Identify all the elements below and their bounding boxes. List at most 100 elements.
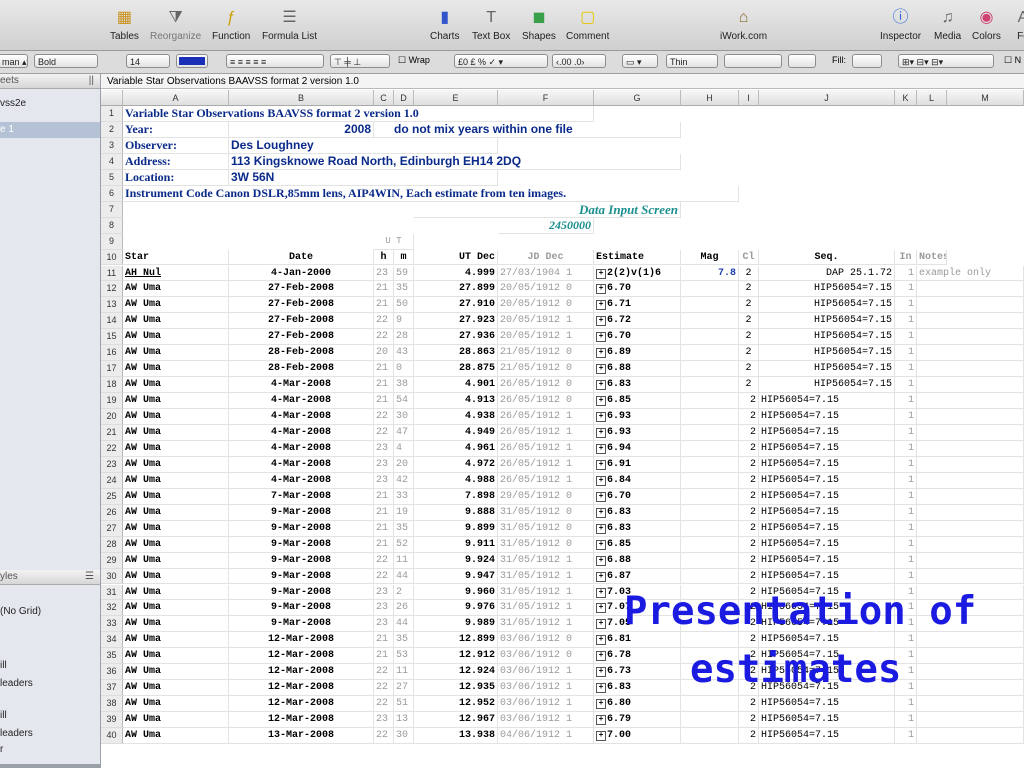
minute-cell[interactable]: 9 [394, 313, 414, 330]
estimate-cell[interactable]: +6.83 [594, 504, 681, 521]
date-cell[interactable]: 13-Mar-2008 [229, 728, 374, 744]
column-header-i[interactable]: I [739, 90, 759, 106]
stroke-color-well[interactable] [788, 54, 816, 68]
in-cell[interactable]: 1 [895, 440, 917, 457]
estimate-cell[interactable]: +6.89 [594, 345, 681, 362]
minute-cell[interactable]: 42 [394, 472, 414, 489]
notes-cell[interactable] [917, 520, 1024, 537]
notes-cell[interactable] [917, 696, 1024, 713]
estimate-cell[interactable]: +6.85 [594, 536, 681, 553]
date-cell[interactable]: 27-Feb-2008 [229, 329, 374, 346]
column-label[interactable]: Estimate [594, 249, 681, 266]
estimate-cell[interactable]: +6.70 [594, 281, 681, 298]
minute-cell[interactable]: 38 [394, 377, 414, 394]
date-cell[interactable]: 4-Mar-2008 [229, 425, 374, 441]
ut-dec-cell[interactable]: 12.952 [414, 696, 498, 713]
row-header[interactable]: 2 [101, 121, 123, 138]
hour-cell[interactable]: 22 [374, 313, 394, 330]
column-label[interactable]: m [394, 249, 414, 266]
ut-dec-cell[interactable]: 12.899 [414, 632, 498, 649]
style-item[interactable]: ill [0, 710, 100, 721]
ut-dec-cell[interactable]: 27.936 [414, 329, 498, 346]
jd-dec-cell[interactable]: 20/05/1912 1 [498, 329, 594, 346]
ut-dec-cell[interactable]: 4.961 [414, 440, 498, 457]
row-header[interactable]: 20 [101, 409, 123, 425]
date-cell[interactable]: 9-Mar-2008 [229, 568, 374, 585]
sequence-cell[interactable]: HIP56054=7.15 [759, 568, 895, 585]
notes-cell[interactable] [917, 393, 1024, 410]
hour-cell[interactable]: 22 [374, 680, 394, 697]
class-cell[interactable]: 2 [739, 712, 759, 729]
jd-dec-cell[interactable]: 26/05/1912 0 [498, 377, 594, 394]
toolbar-charts-button[interactable]: ▮ Charts [430, 8, 459, 42]
expand-icon[interactable]: + [596, 475, 606, 486]
star-cell[interactable]: AW Uma [123, 504, 229, 521]
style-item[interactable]: leaders [0, 678, 100, 689]
sequence-cell[interactable]: HIP56054=7.15 [759, 488, 895, 505]
hour-cell[interactable]: 23 [374, 712, 394, 729]
jd-dec-cell[interactable]: 31/05/1912 1 [498, 552, 594, 569]
jd-dec-cell[interactable]: 29/05/1912 0 [498, 488, 594, 505]
jd-dec-cell[interactable]: 03/06/1912 1 [498, 696, 594, 713]
jd-dec-cell[interactable]: 21/05/1912 0 [498, 345, 594, 362]
row-header[interactable]: 37 [101, 680, 123, 697]
class-cell[interactable]: 2 [739, 440, 759, 457]
hour-cell[interactable]: 20 [374, 345, 394, 362]
mag-cell[interactable] [681, 345, 739, 362]
mag-cell[interactable] [681, 520, 739, 537]
date-cell[interactable]: 9-Mar-2008 [229, 520, 374, 537]
expand-icon[interactable]: + [596, 348, 606, 359]
jd-dec-cell[interactable]: 27/03/1904 1 [498, 265, 594, 282]
fill-color-well[interactable] [852, 54, 882, 68]
column-header-l[interactable]: L [917, 90, 947, 106]
toolbar-reorganize-button[interactable]: ⧩ Reorganize [150, 8, 201, 42]
in-cell[interactable]: 1 [895, 409, 917, 425]
in-cell[interactable]: 1 [895, 712, 917, 729]
mag-cell[interactable] [681, 472, 739, 489]
class-cell[interactable]: 2 [739, 520, 759, 537]
ut-dec-cell[interactable]: 4.988 [414, 472, 498, 489]
minute-cell[interactable]: 35 [394, 520, 414, 537]
class-cell[interactable]: 2 [739, 409, 759, 425]
row-header[interactable]: 11 [101, 265, 123, 282]
date-cell[interactable]: 12-Mar-2008 [229, 680, 374, 697]
star-cell[interactable]: AW Uma [123, 345, 229, 362]
year-note[interactable]: do not mix years within one file [374, 121, 681, 138]
decimal-buttons[interactable]: ‹.00 .0› [552, 54, 606, 68]
jd-dec-cell[interactable]: 26/05/1912 1 [498, 472, 594, 489]
expand-icon[interactable]: + [596, 523, 606, 534]
date-cell[interactable]: 28-Feb-2008 [229, 361, 374, 378]
toolbar-iwork-button[interactable]: ⌂ iWork.com [720, 8, 767, 42]
jd-dec-cell[interactable]: 31/05/1912 1 [498, 568, 594, 585]
sequence-cell[interactable]: HIP56054=7.15 [759, 377, 895, 394]
sequence-cell[interactable]: HIP56054=7.15 [759, 696, 895, 713]
date-cell[interactable]: 4-Mar-2008 [229, 409, 374, 425]
minute-cell[interactable]: 26 [394, 600, 414, 617]
row-header[interactable]: 1 [101, 106, 123, 122]
expand-icon[interactable]: + [596, 619, 606, 630]
hour-cell[interactable]: 21 [374, 632, 394, 649]
estimate-cell[interactable]: +6.80 [594, 696, 681, 713]
hour-cell[interactable]: 23 [374, 265, 394, 282]
expand-icon[interactable]: + [596, 412, 606, 423]
jd-dec-cell[interactable]: 20/05/1912 0 [498, 297, 594, 314]
class-cell[interactable]: 2 [739, 345, 759, 362]
row-header[interactable]: 40 [101, 728, 123, 744]
alignment-buttons[interactable]: ≡ ≡ ≡ ≡ ≡ [226, 54, 324, 68]
class-cell[interactable]: 2 [739, 696, 759, 713]
row-header[interactable]: 27 [101, 520, 123, 537]
expand-icon[interactable]: + [596, 667, 606, 678]
ut-label[interactable]: U T [374, 233, 414, 250]
class-cell[interactable]: 2 [739, 313, 759, 330]
expand-icon[interactable]: + [596, 731, 606, 742]
in-cell[interactable]: 1 [895, 552, 917, 569]
row-header[interactable]: 38 [101, 696, 123, 713]
estimate-cell[interactable]: +6.83 [594, 520, 681, 537]
jd-dec-cell[interactable]: 26/05/1912 1 [498, 456, 594, 473]
hour-cell[interactable]: 21 [374, 297, 394, 314]
ut-dec-cell[interactable]: 4.999 [414, 265, 498, 282]
notes-cell[interactable] [917, 456, 1024, 473]
ut-dec-cell[interactable]: 9.976 [414, 600, 498, 617]
estimate-cell[interactable]: +6.71 [594, 297, 681, 314]
jd-dec-cell[interactable]: 31/05/1912 0 [498, 520, 594, 537]
